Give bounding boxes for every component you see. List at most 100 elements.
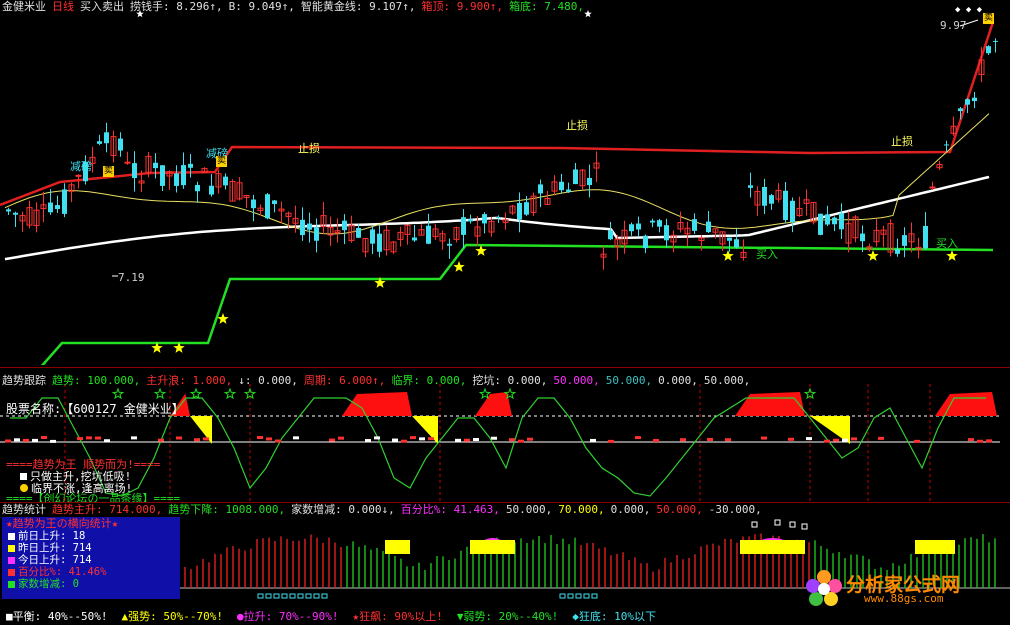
bottom-legend-item: ◆狂底: 10%以下 (572, 610, 657, 623)
trend-marker (518, 439, 524, 443)
candle-body-down (447, 243, 452, 246)
buy-label: 买入 (756, 248, 778, 261)
trend-marker (968, 438, 974, 442)
stats-header-item-0: 趋势统计 (2, 503, 46, 516)
stats-legend-box: ★趋势为王の横向统计★ 前日上升: 18 昨日上升: 714 今日上升: 714 百分… (2, 517, 180, 599)
stats-legend-text: 今日上升: 714 (18, 554, 92, 566)
trend-marker (176, 436, 182, 440)
legend-square-icon (8, 557, 15, 564)
buy-label-2: 买入 (936, 237, 958, 250)
trend-indicator-header: 趋势跟踪 趋势: 100.000, 主升浪: 1.000, ↓: 0.000, 周期: … (2, 374, 756, 387)
trend-marker (851, 437, 857, 441)
trend-marker (275, 439, 281, 443)
candle-body-down (118, 138, 123, 151)
top-square-icon (751, 521, 758, 528)
candle-body-down (482, 214, 487, 224)
candle-body-down (734, 239, 739, 248)
stats-indicator-header: 趋势统计 趋势主升: 714.000, 趋势下降: 1008.000, 家数增减: 0… (2, 503, 768, 516)
bottom-diamond-icon (257, 593, 264, 599)
trend-marker (14, 438, 20, 442)
main-header-item-2: 买入卖出 (80, 0, 124, 13)
stats-header-item-2: 趋势下降: 1008.000, (168, 503, 286, 516)
trend-marker (77, 437, 83, 441)
main-rise-block (475, 392, 512, 416)
candle-body-down (825, 214, 830, 225)
candle-body-down (559, 181, 564, 191)
trend-marker (41, 436, 47, 440)
candle-body-down (356, 227, 361, 238)
trend-marker (680, 438, 686, 442)
green-star-icon (111, 387, 125, 400)
buy-star-icon (475, 245, 487, 256)
trend-marker (266, 437, 272, 441)
candle-body-down (496, 217, 501, 219)
trend-marker (761, 436, 767, 440)
trend-marker (824, 439, 830, 443)
green-star-icon (189, 387, 203, 400)
stats-header-item-9: -30.000, (708, 503, 762, 516)
candle-body-down (223, 176, 228, 186)
trend-marker (338, 436, 344, 440)
main-price-pane[interactable]: 金健米业 日线 买入卖出 捞钱手: 8.296↑, B: 9.049↑, 智能黄金线: 9… (0, 0, 1010, 365)
stats-legend-text: 家数增减: 0 (18, 578, 79, 590)
candle-body-down (650, 220, 655, 223)
candle-body-down (692, 219, 697, 231)
trend-marker (401, 439, 407, 443)
candle-body-up (124, 161, 131, 164)
trend-header-item-9: 0.000, (658, 374, 698, 387)
bottom-diamond-icon (567, 593, 574, 599)
low-value-label: 7.19 (118, 271, 145, 284)
trend-marker (392, 438, 398, 442)
candle-body-down (377, 233, 382, 252)
candle-body-down (97, 141, 102, 144)
bottom-legend-item: ▲强势: 50%--70%! (121, 610, 223, 623)
trend-marker (788, 437, 794, 441)
candle-body-down (181, 165, 186, 186)
pane-separator (0, 367, 1010, 368)
candle-body-down (818, 213, 823, 235)
trend-marker (725, 438, 731, 442)
stock-name-label: 股票名称:【600127 金健米业】 (6, 402, 184, 416)
stats-header-item-4: 百分比%: 41.463, (400, 503, 500, 516)
stop-loss-label-2: 止损 (566, 119, 588, 132)
trend-marker (635, 436, 641, 440)
candle-body-down (608, 230, 613, 240)
bottom-diamond-icon (273, 593, 280, 599)
candle-body-down (314, 227, 319, 241)
candle-body-down (300, 219, 305, 236)
main-indicator-header: 金健米业 日线 买入卖出 捞钱手: 8.296↑, B: 9.049↑, 智能黄金线: 9… (2, 0, 590, 13)
trend-marker (410, 436, 416, 440)
stats-header-item-8: 50.000, (656, 503, 703, 516)
candle-body-down (160, 165, 165, 186)
trend-tracking-pane[interactable]: 趋势跟踪 趋势: 100.000, 主升浪: 1.000, ↓: 0.000, 周期: … (0, 374, 1010, 502)
stock-name-value: 【600127 金健米业】 (61, 402, 184, 416)
sell-flag-icon: 卖 (983, 13, 994, 24)
candle-body-down (839, 213, 844, 230)
candle-body-up (75, 174, 82, 177)
candle-body-down (412, 237, 417, 241)
trend-marker (428, 437, 434, 441)
candle-body-down (342, 220, 347, 231)
candle-body-down (209, 185, 214, 195)
trend-header-item-5: 临界: 0.000, (391, 374, 467, 387)
strength-band (385, 540, 410, 554)
buy-star-icon (453, 261, 465, 272)
trend-marker (293, 436, 299, 440)
main-header-item-7: 箱底: 7.480, (509, 0, 585, 13)
trend-header-item-10: 50.000, (703, 374, 751, 387)
trend-marker (527, 437, 533, 441)
bottom-legend-item: ●拉升: 70%--90%! (236, 610, 339, 623)
candle-body-down (636, 223, 641, 230)
candle-body-down (573, 169, 578, 185)
sell-flag-icon-2: 卖 (103, 166, 114, 177)
candle-body-down (965, 99, 970, 105)
watermark-url: www.88gs.com (864, 592, 944, 605)
main-header-item-4: B: 9.049↑, (228, 0, 295, 13)
strength-band (915, 540, 955, 554)
candle-body-down (566, 189, 571, 192)
trend-marker (32, 438, 38, 442)
candle-body-down (524, 202, 529, 215)
trend-marker (590, 438, 596, 442)
candle-body-up (929, 186, 936, 189)
candle-body-down (629, 224, 634, 232)
